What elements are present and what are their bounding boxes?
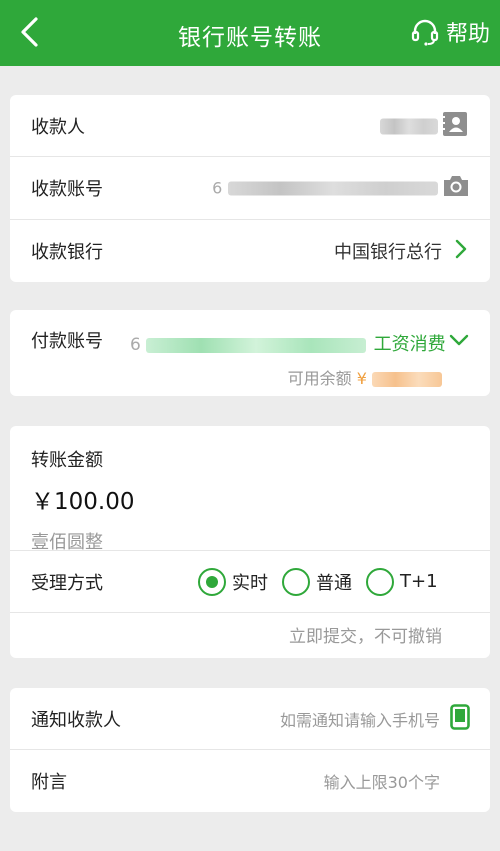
payer-card: 付款账号 6 工资消费 可用余额 ¥	[10, 310, 490, 396]
notify-card: 通知收款人 如需通知请输入手机号 附言 输入上限30个字	[10, 688, 490, 812]
contact-book-icon[interactable]	[442, 111, 468, 141]
remark-label: 附言	[31, 772, 67, 793]
payer-account-row[interactable]: 付款账号 6 工资消费 可用余额 ¥	[10, 310, 490, 396]
processing-mode-label: 受理方式	[31, 572, 103, 594]
balance-line: 可用余额 ¥	[288, 365, 442, 389]
chevron-right-icon[interactable]	[454, 238, 468, 264]
payee-card: 收款人 收款账号 6 收款银行 中国银行总行	[10, 95, 490, 282]
chevron-down-icon[interactable]	[448, 332, 470, 351]
payee-account-prefix: 6	[212, 178, 223, 198]
processing-mode-row: 受理方式 实时 普通 T+1	[10, 551, 490, 613]
payee-bank-row[interactable]: 收款银行 中国银行总行	[10, 220, 490, 282]
mode-option-normal[interactable]: 普通	[282, 567, 352, 596]
processing-mode-note: 立即提交，不可撤销	[289, 627, 442, 647]
payee-account-row[interactable]: 收款账号 6	[10, 157, 490, 220]
phone-number-input[interactable]: 如需通知请输入手机号	[280, 707, 440, 731]
remark-row: 附言 输入上限30个字	[10, 750, 490, 812]
help-label: 帮助	[445, 22, 490, 47]
payee-account-value[interactable]: 6	[212, 178, 438, 199]
mode-option-label: T+1	[400, 571, 438, 592]
payee-name-row[interactable]: 收款人	[10, 95, 490, 157]
help-button[interactable]: 帮助	[410, 16, 490, 48]
headset-icon	[411, 19, 439, 46]
processing-mode-options: 实时 普通 T+1	[198, 567, 438, 596]
notify-payee-label: 通知收款人	[31, 709, 121, 731]
mode-option-label: 普通	[316, 572, 352, 594]
mobile-phone-icon[interactable]	[450, 703, 470, 734]
mode-option-label: 实时	[232, 572, 268, 594]
top-nav-bar: 银行账号转账 帮助	[0, 0, 500, 66]
payee-name-value[interactable]	[380, 115, 438, 136]
payer-account-type: 工资消费	[373, 334, 446, 355]
payee-bank-label: 收款银行	[31, 242, 103, 263]
payer-account-prefix: 6	[130, 335, 141, 355]
payer-account-label: 付款账号	[31, 331, 103, 352]
radio-unchecked-icon	[282, 567, 310, 596]
radio-unchecked-icon	[366, 567, 394, 596]
amount-input[interactable]: ￥100.00	[31, 482, 134, 516]
radio-checked-icon	[198, 567, 226, 596]
payee-bank-value: 中国银行总行	[334, 242, 442, 263]
payer-account-value[interactable]: 6 工资消费	[130, 330, 446, 356]
notify-payee-row: 通知收款人 如需通知请输入手机号	[10, 688, 490, 750]
amount-label: 转账金额	[31, 450, 103, 471]
payee-account-label: 收款账号	[31, 179, 103, 200]
balance-label: 可用余额	[287, 369, 352, 388]
amount-card: 转账金额 ￥100.00 壹佰圆整 受理方式 实时 普通 T+1 立即提交，不可…	[10, 426, 490, 658]
mode-option-realtime[interactable]: 实时	[198, 567, 268, 596]
currency-symbol: ¥	[356, 369, 367, 388]
camera-icon[interactable]	[442, 174, 470, 202]
remark-input[interactable]: 输入上限30个字	[324, 769, 440, 793]
mode-option-t1[interactable]: T+1	[366, 567, 438, 596]
payee-label: 收款人	[31, 116, 85, 138]
